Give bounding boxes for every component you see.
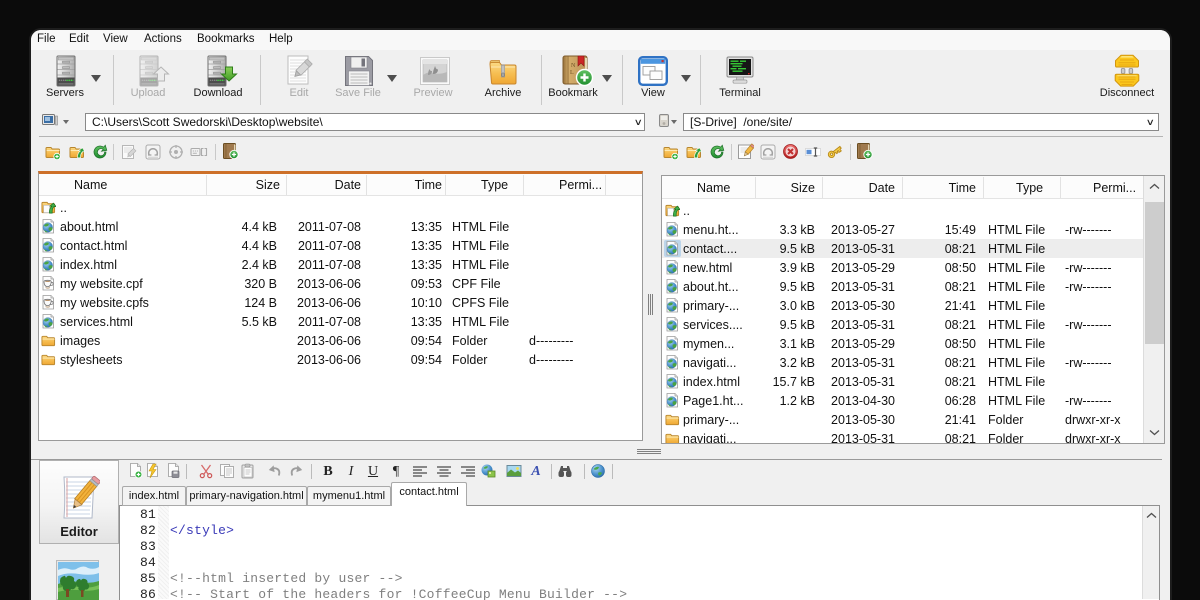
svg-text:L: L: [570, 70, 574, 76]
svg-text:N: N: [571, 63, 576, 69]
